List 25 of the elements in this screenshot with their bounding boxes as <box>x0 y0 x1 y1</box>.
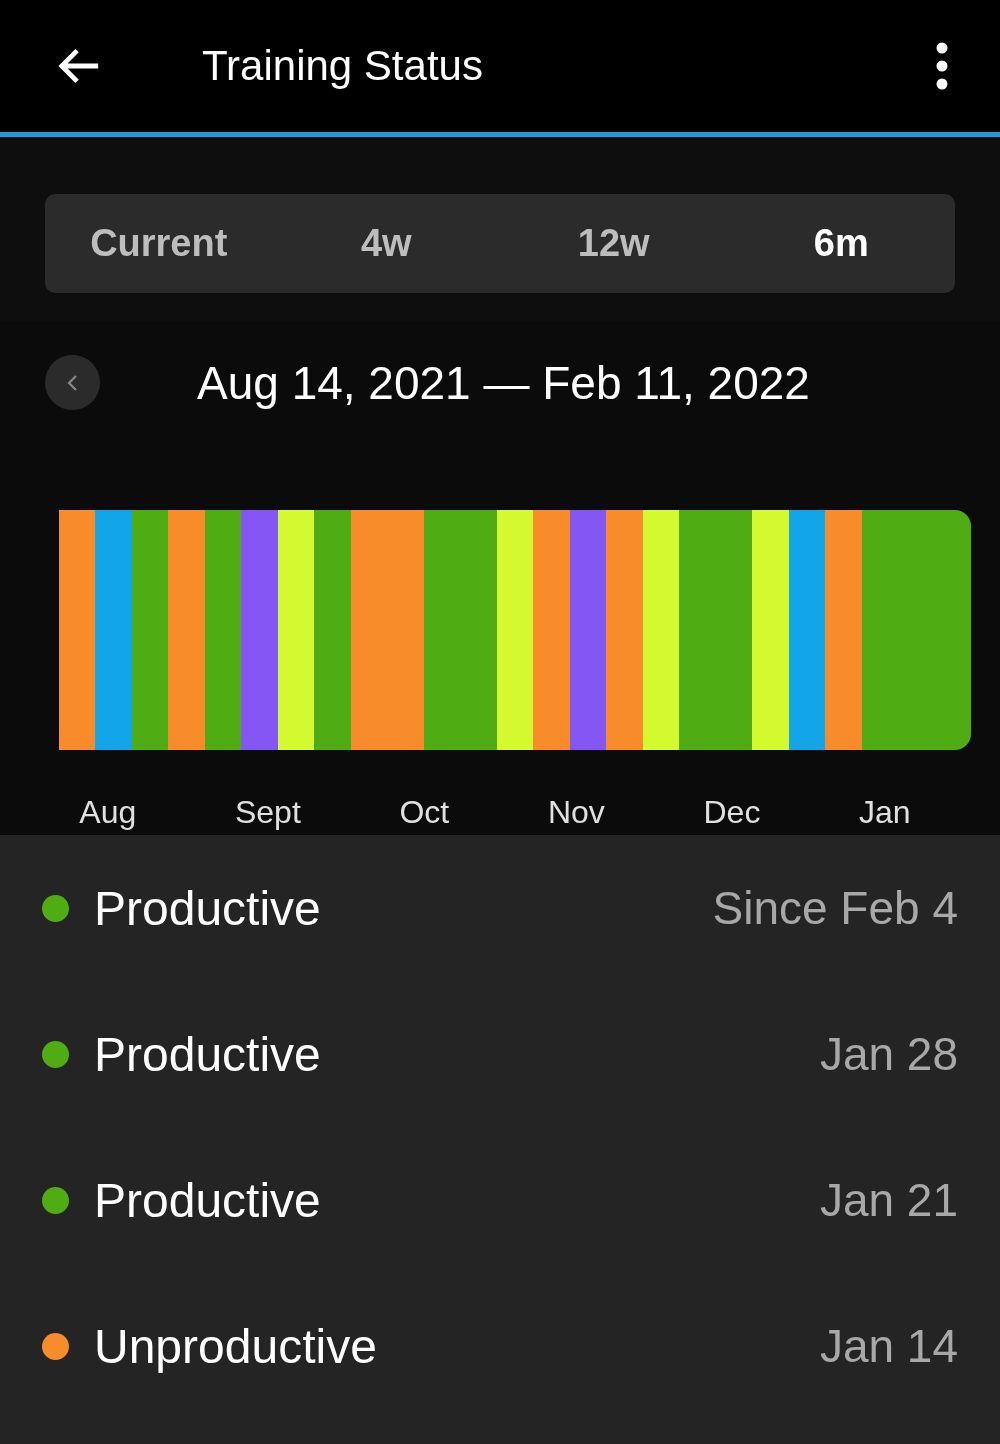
range-tab[interactable]: 6m <box>727 194 955 293</box>
month-label: Jan <box>859 794 911 831</box>
status-label: Productive <box>94 880 322 936</box>
status-date: Jan 21 <box>819 1173 958 1227</box>
status-row[interactable]: Unproductive Jan 14 <box>0 1273 1000 1419</box>
range-tab[interactable]: Current <box>45 194 273 293</box>
date-range: Aug 14, 2021 — Feb 11, 2022 <box>197 355 810 410</box>
status-label: Productive <box>94 1026 322 1082</box>
screen-title: Training Status <box>202 42 484 90</box>
status-row[interactable]: Productive Since Feb 4 <box>0 835 1000 981</box>
status-date: Since Feb 4 <box>712 881 958 935</box>
more-options-icon[interactable] <box>936 42 948 90</box>
status-date: Jan 14 <box>819 1319 958 1373</box>
range-tab[interactable]: 4w <box>272 194 500 293</box>
range-tab[interactable]: 12w <box>500 194 728 293</box>
status-label: Unproductive <box>94 1318 378 1374</box>
status-label: Productive <box>94 1172 322 1228</box>
status-row[interactable]: Productive Jan 28 <box>0 981 1000 1127</box>
status-date: Jan 28 <box>819 1027 958 1081</box>
month-label: Sept <box>234 794 301 831</box>
month-label: Oct <box>399 794 450 831</box>
status-row[interactable]: Productive Jan 21 <box>0 1127 1000 1273</box>
month-label: Aug <box>79 794 137 831</box>
month-label: Dec <box>703 794 761 831</box>
month-label: Nov <box>547 794 605 831</box>
